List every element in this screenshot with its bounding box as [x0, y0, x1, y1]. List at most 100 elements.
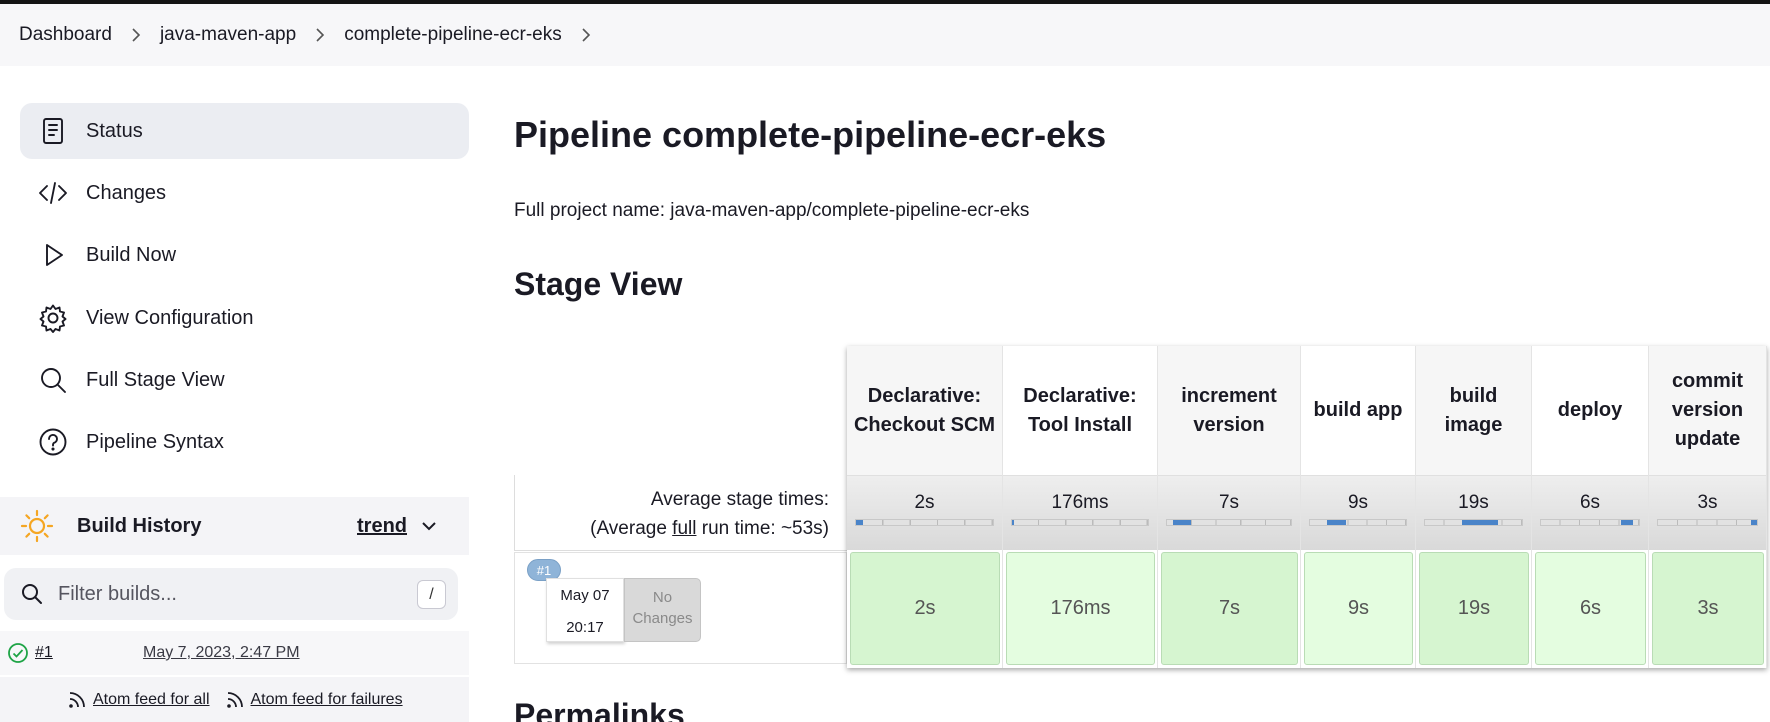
- stage-run-cell[interactable]: 9s: [1304, 552, 1413, 665]
- build-history-header: Build History trend: [0, 497, 469, 555]
- run-row: #1 May 07 20:17 No Changes: [514, 552, 847, 664]
- gear-icon: [36, 301, 70, 335]
- status-icon: [36, 114, 70, 148]
- stage-header: commit version update: [1649, 346, 1766, 475]
- atom-feed-all-label: Atom feed for all: [93, 690, 210, 708]
- stage-average-time: 9s: [1347, 492, 1369, 513]
- avg-full-suffix: run time: ~53s): [696, 518, 829, 539]
- chevron-right-icon[interactable]: [562, 28, 610, 42]
- stage-column: Declarative: Tool Install 176ms 176ms: [1003, 346, 1158, 668]
- atom-feeds: Atom feed for all Atom feed for failures: [0, 677, 469, 722]
- average-times-label-box: Average stage times: (Average full run t…: [514, 475, 847, 551]
- stage-header: build image: [1416, 346, 1531, 475]
- sidebar-item-label: Changes: [86, 181, 167, 204]
- stage-run-cell[interactable]: 6s: [1535, 552, 1646, 665]
- build-date-link[interactable]: May 7, 2023, 2:47 PM: [143, 644, 300, 662]
- stage-header: Declarative: Checkout SCM: [847, 346, 1002, 475]
- stage-average: 2s: [847, 475, 1002, 550]
- stage-run-cell[interactable]: 2s: [850, 552, 1000, 665]
- stage-duration-fill: [856, 520, 863, 525]
- avg-full-prefix: (Average: [590, 518, 673, 539]
- sidebar-item-pipeline-syntax[interactable]: Pipeline Syntax: [20, 414, 469, 470]
- sidebar-item-build-now[interactable]: Build Now: [20, 227, 469, 283]
- breadcrumb-java-maven-app[interactable]: java-maven-app: [160, 24, 296, 46]
- stage-column: Declarative: Checkout SCM 2s 2s: [847, 346, 1003, 668]
- sidebar-item-status[interactable]: Status: [20, 103, 469, 159]
- chevron-right-icon[interactable]: [112, 28, 160, 42]
- sidebar-item-view-configuration[interactable]: View Configuration: [20, 290, 469, 346]
- atom-feed-all-link[interactable]: Atom feed for all: [67, 690, 210, 710]
- stage-average-time: 3s: [1697, 492, 1718, 513]
- stage-duration-bar: [1011, 519, 1149, 526]
- sidebar-item-label: Full Stage View: [86, 368, 225, 391]
- no-changes-box: No Changes: [624, 578, 701, 642]
- help-icon: [36, 425, 70, 459]
- search-icon: [36, 363, 70, 397]
- stage-duration-fill: [1173, 520, 1191, 525]
- stage-average-time: 6s: [1579, 492, 1601, 513]
- sun-weather-icon: [20, 509, 54, 543]
- breadcrumb: Dashboard java-maven-app complete-pipeli…: [0, 4, 1770, 66]
- sidebar-item-label: Pipeline Syntax: [86, 430, 224, 453]
- chevron-right-icon[interactable]: [296, 28, 344, 42]
- stage-average: 7s: [1158, 475, 1300, 550]
- stage-duration-bar: [855, 519, 994, 526]
- sidebar-item-label: Status: [86, 119, 143, 142]
- stage-duration-bar: [1309, 519, 1407, 526]
- rss-icon: [69, 691, 85, 708]
- run-time: 20:17: [566, 619, 604, 636]
- stage-average-time: 7s: [1218, 492, 1240, 513]
- trend-link[interactable]: trend: [357, 515, 407, 538]
- stage-average-time: 176ms: [1051, 492, 1109, 513]
- atom-feed-failures-link[interactable]: Atom feed for failures: [225, 690, 403, 710]
- stage-header: Declarative: Tool Install: [1023, 384, 1137, 436]
- stage-average-time: 19s: [1458, 492, 1489, 513]
- success-check-icon: [8, 643, 28, 663]
- rss-icon: [226, 691, 243, 708]
- stage-duration-bar: [1657, 519, 1758, 526]
- stage-run-cell[interactable]: 3s: [1652, 552, 1764, 665]
- stage-duration-fill: [1012, 520, 1015, 525]
- filter-builds: /: [4, 568, 458, 620]
- full-project-name: Full project name: java-maven-app/comple…: [514, 200, 1030, 221]
- stage-average: 9s: [1301, 475, 1415, 550]
- full-run-link[interactable]: full: [672, 518, 696, 539]
- stage-duration-bar: [1166, 519, 1292, 526]
- stage-view-table: Declarative: Checkout SCM 2s 2s Declarative…: [847, 346, 1767, 668]
- play-icon: [36, 238, 70, 272]
- run-date: May 07: [560, 587, 610, 604]
- breadcrumb-pipeline[interactable]: complete-pipeline-ecr-eks: [344, 24, 562, 46]
- stage-average-time: 2s: [914, 492, 935, 513]
- stage-column: increment version 7s 7s: [1158, 346, 1301, 668]
- filter-builds-input[interactable]: [58, 582, 398, 606]
- stage-column: build app 9s 9s: [1301, 346, 1416, 668]
- sidebar-item-changes[interactable]: Changes: [20, 165, 469, 221]
- sidebar-item-label: View Configuration: [86, 306, 254, 329]
- stage-duration-bar: [1424, 519, 1523, 526]
- atom-feed-failures-label: Atom feed for failures: [250, 690, 403, 708]
- stage-average: 6s: [1532, 475, 1648, 550]
- search-icon: [22, 584, 42, 604]
- stage-column: build image 19s 19s: [1416, 346, 1532, 668]
- average-full-run-time: (Average full run time: ~53s): [590, 518, 829, 540]
- permalinks-title: Permalinks: [514, 697, 685, 722]
- run-date-card: May 07 20:17: [546, 578, 624, 642]
- stage-header: build app: [1313, 399, 1403, 421]
- build-number-link[interactable]: #1: [35, 644, 53, 662]
- sidebar-item-label: Build Now: [86, 243, 177, 266]
- stage-average: 19s: [1416, 475, 1531, 550]
- stage-column: commit version update 3s 3s: [1649, 346, 1767, 668]
- stage-duration-fill: [1621, 520, 1634, 525]
- stage-duration-fill: [1461, 520, 1498, 525]
- sidebar-item-full-stage-view[interactable]: Full Stage View: [20, 352, 469, 408]
- stage-run-cell[interactable]: 19s: [1419, 552, 1529, 665]
- stage-run-cell[interactable]: 176ms: [1006, 552, 1155, 665]
- stage-duration-fill: [1751, 520, 1757, 525]
- stage-duration-bar: [1540, 519, 1640, 526]
- stage-run-cell[interactable]: 7s: [1161, 552, 1298, 665]
- chevron-down-icon[interactable]: [420, 517, 438, 535]
- breadcrumb-dashboard[interactable]: Dashboard: [19, 24, 112, 46]
- build-history-title: Build History: [77, 514, 202, 537]
- code-icon: [36, 176, 70, 210]
- page-title: Pipeline complete-pipeline-ecr-eks: [514, 114, 1107, 155]
